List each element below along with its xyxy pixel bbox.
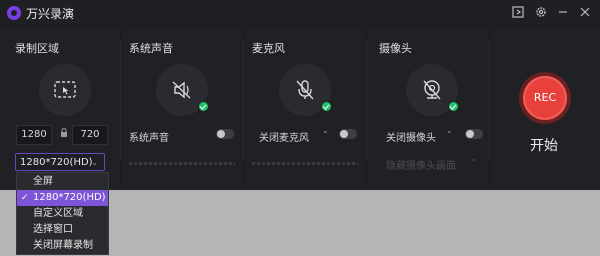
app-logo-icon	[7, 6, 21, 20]
chevron-down-icon: ⌄	[470, 154, 477, 163]
divider	[366, 40, 367, 160]
microphone-title: 麦克风	[252, 42, 285, 55]
width-input[interactable]: 1280	[16, 125, 52, 145]
microphone-select-value: 关闭麦克风	[259, 133, 309, 144]
resolution-value: 1280*720(HD)	[20, 157, 93, 168]
menu-item-custom-region[interactable]: 自定义区域	[17, 206, 108, 222]
system-audio-label: 系统声音	[129, 133, 169, 144]
aspect-lock-icon[interactable]	[60, 128, 68, 141]
screen-region-icon	[54, 81, 76, 98]
recorder-window: 万兴录演 录制区域 1280 720 1280*720(HD) ⌄ 系统声音 系…	[0, 0, 600, 190]
webcam-off-icon	[423, 80, 441, 100]
settings-gear-icon[interactable]	[534, 6, 548, 20]
camera-toggle[interactable]	[465, 129, 483, 139]
check-icon: ✓	[21, 193, 29, 203]
status-ok-icon	[321, 101, 332, 112]
menu-item-fullscreen[interactable]: 全屏	[17, 174, 108, 190]
microphone-toggle[interactable]	[339, 129, 357, 139]
pin-window-icon[interactable]	[511, 6, 525, 20]
speaker-muted-icon	[172, 81, 191, 99]
menu-item-select-window[interactable]: 选择窗口	[17, 222, 108, 238]
app-title: 万兴录演	[26, 7, 75, 21]
divider	[120, 40, 121, 160]
record-button-label: REC	[523, 76, 567, 120]
chevron-down-icon[interactable]: ⌄	[322, 126, 329, 135]
microphone-muted-icon	[296, 80, 314, 100]
menu-item-disable-screen-recording[interactable]: 关闭屏幕录制	[17, 238, 108, 254]
status-ok-icon	[198, 101, 209, 112]
microphone-select[interactable]: 关闭麦克风	[259, 129, 309, 144]
record-button[interactable]: REC	[519, 72, 571, 124]
menu-item-1280x720[interactable]: ✓ 1280*720(HD)	[17, 190, 108, 206]
region-select-button[interactable]	[39, 64, 91, 116]
chevron-down-icon: ⌄	[91, 158, 98, 167]
resolution-dropdown-menu: 全屏 ✓ 1280*720(HD) 自定义区域 选择窗口 关闭屏幕录制	[16, 172, 109, 255]
microphone-level-meter	[252, 162, 358, 165]
system-audio-title: 系统声音	[129, 42, 173, 55]
camera-title: 摄像头	[379, 42, 412, 55]
divider	[489, 40, 490, 160]
status-ok-icon	[448, 101, 459, 112]
minimize-icon[interactable]	[556, 6, 570, 20]
resolution-select[interactable]: 1280*720(HD) ⌄	[15, 153, 105, 171]
height-input[interactable]: 720	[72, 125, 108, 145]
title-bar: 万兴录演	[0, 0, 600, 26]
chevron-down-icon[interactable]: ⌄	[446, 126, 453, 135]
system-audio-toggle[interactable]	[216, 129, 234, 139]
camera-display-select[interactable]: 隐藏摄像头画面	[386, 157, 456, 172]
divider	[243, 40, 244, 160]
region-title: 录制区域	[15, 42, 59, 55]
camera-select[interactable]: 关闭摄像头	[386, 129, 436, 144]
camera-display-value: 隐藏摄像头画面	[386, 161, 456, 172]
start-label: 开始	[530, 138, 558, 154]
close-icon[interactable]	[578, 6, 592, 20]
system-audio-level-meter	[129, 162, 235, 165]
camera-select-value: 关闭摄像头	[386, 133, 436, 144]
